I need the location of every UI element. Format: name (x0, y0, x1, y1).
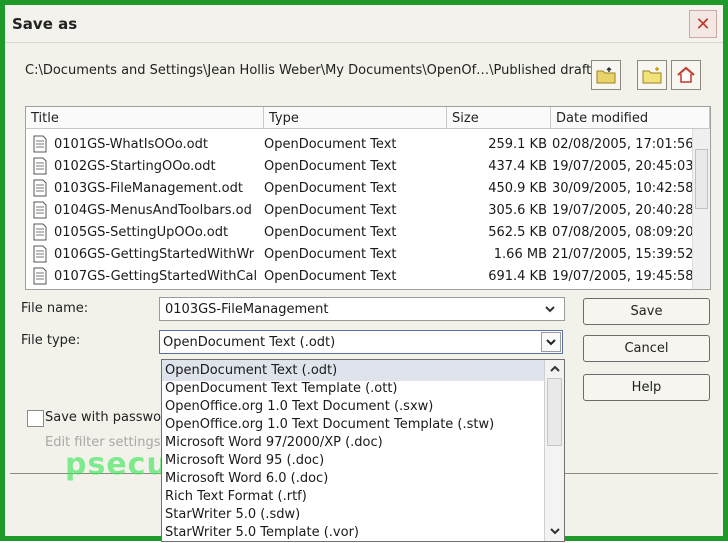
file-type-select[interactable]: OpenDocument Text (.odt) (159, 330, 563, 354)
file-type: OpenDocument Text (264, 159, 397, 174)
document-icon (33, 157, 47, 175)
title-bar: Save as ✕ (5, 5, 723, 43)
close-button[interactable]: ✕ (689, 10, 717, 38)
folder-up-button[interactable] (591, 60, 621, 90)
file-type: OpenDocument Text (264, 203, 397, 218)
save-password-label: Save with passwo (45, 410, 162, 425)
file-name-value: 0103GS-FileManagement (165, 302, 329, 317)
home-icon (677, 66, 695, 83)
document-icon (33, 179, 47, 197)
file-date: 21/07/2005, 15:39:52 (552, 247, 692, 262)
scroll-up-icon[interactable] (549, 364, 561, 374)
document-icon (33, 267, 47, 285)
close-icon: ✕ (695, 13, 711, 35)
file-type-option[interactable]: StarWriter 5.0 Template (.vor) (162, 522, 544, 543)
file-size: 437.4 KB (488, 159, 547, 174)
file-name: 0107GS-GettingStartedWithCal (54, 269, 258, 284)
save-as-dialog: Save as ✕ C:\Documents and Settings\Jean… (0, 0, 728, 542)
file-date: 07/08/2005, 08:09:20 (552, 225, 692, 240)
file-date: 19/07/2005, 20:45:03 (552, 159, 692, 174)
file-type: OpenDocument Text (264, 247, 397, 262)
new-folder-button[interactable] (637, 60, 667, 90)
chevron-down-icon[interactable] (544, 304, 556, 314)
cancel-button[interactable]: Cancel (583, 335, 710, 362)
folder-up-icon (596, 66, 616, 84)
file-size: 305.6 KB (488, 203, 547, 218)
chevron-down-icon (546, 339, 556, 346)
file-name-input[interactable]: 0103GS-FileManagement (159, 297, 565, 321)
file-size: 691.4 KB (488, 269, 547, 284)
file-name: 0106GS-GettingStartedWithWr (54, 247, 255, 262)
scrollbar-thumb[interactable] (547, 378, 562, 446)
file-name: 0105GS-SettingUpOOo.odt (54, 225, 229, 240)
file-row[interactable]: 0101GS-WhatIsOOo.odt OpenDocument Text 2… (26, 133, 692, 155)
new-folder-icon (642, 67, 662, 84)
file-name: 0103GS-FileManagement.odt (54, 181, 243, 196)
file-size: 1.66 MB (493, 247, 547, 262)
column-type[interactable]: Type (264, 107, 447, 129)
file-size: 562.5 KB (488, 225, 547, 240)
dialog-title: Save as (12, 15, 78, 33)
column-date-modified[interactable]: Date modified (551, 107, 710, 129)
file-name: 0104GS-MenusAndToolbars.od (54, 203, 252, 218)
file-row[interactable]: 0106GS-GettingStartedWithWr OpenDocument… (26, 243, 692, 265)
file-row[interactable]: 0103GS-FileManagement.odt OpenDocument T… (26, 177, 692, 199)
file-date: 19/07/2005, 19:45:58 (552, 269, 692, 284)
document-icon (33, 223, 47, 241)
document-icon (33, 245, 47, 263)
file-type: OpenDocument Text (264, 137, 397, 152)
file-type: OpenDocument Text (264, 269, 397, 284)
document-icon (33, 201, 47, 219)
file-name-label: File name: (21, 301, 89, 316)
file-list-scrollbar[interactable] (692, 129, 710, 289)
file-name: 0101GS-WhatIsOOo.odt (54, 137, 208, 152)
file-row[interactable]: 0107GS-GettingStartedWithCal OpenDocumen… (26, 265, 692, 287)
save-password-checkbox[interactable] (27, 410, 44, 427)
file-type-dropdown-button[interactable] (541, 332, 561, 352)
file-type-value: OpenDocument Text (.odt) (163, 335, 336, 350)
file-type-dropdown-list: OpenDocument Text (.odt) OpenDocument Te… (161, 359, 565, 542)
file-type: OpenDocument Text (264, 225, 397, 240)
file-size: 450.9 KB (488, 181, 547, 196)
help-button[interactable]: Help (583, 374, 710, 401)
file-date: 19/07/2005, 20:40:28 (552, 203, 692, 218)
file-row[interactable]: 0102GS-StartingOOo.odt OpenDocument Text… (26, 155, 692, 177)
file-row[interactable]: 0104GS-MenusAndToolbars.od OpenDocument … (26, 199, 692, 221)
column-title[interactable]: Title (26, 107, 264, 129)
save-button[interactable]: Save (583, 298, 710, 325)
file-date: 02/08/2005, 17:01:56 (552, 137, 692, 152)
home-button[interactable] (671, 60, 701, 90)
file-type: OpenDocument Text (264, 181, 397, 196)
file-name: 0102GS-StartingOOo.odt (54, 159, 216, 174)
file-type-label: File type: (21, 333, 81, 348)
file-row[interactable]: 0105GS-SettingUpOOo.odt OpenDocument Tex… (26, 221, 692, 243)
dropdown-scrollbar[interactable] (544, 360, 564, 541)
scroll-down-icon[interactable] (549, 526, 561, 536)
document-icon (33, 135, 47, 153)
file-size: 259.1 KB (488, 137, 547, 152)
column-size[interactable]: Size (447, 107, 551, 129)
scrollbar-thumb[interactable] (695, 149, 708, 209)
file-list: Title Type Size Date modified 0101GS-Wha… (25, 106, 711, 290)
current-path: C:\Documents and Settings\Jean Hollis We… (25, 63, 599, 78)
file-date: 30/09/2005, 10:42:58 (552, 181, 692, 196)
